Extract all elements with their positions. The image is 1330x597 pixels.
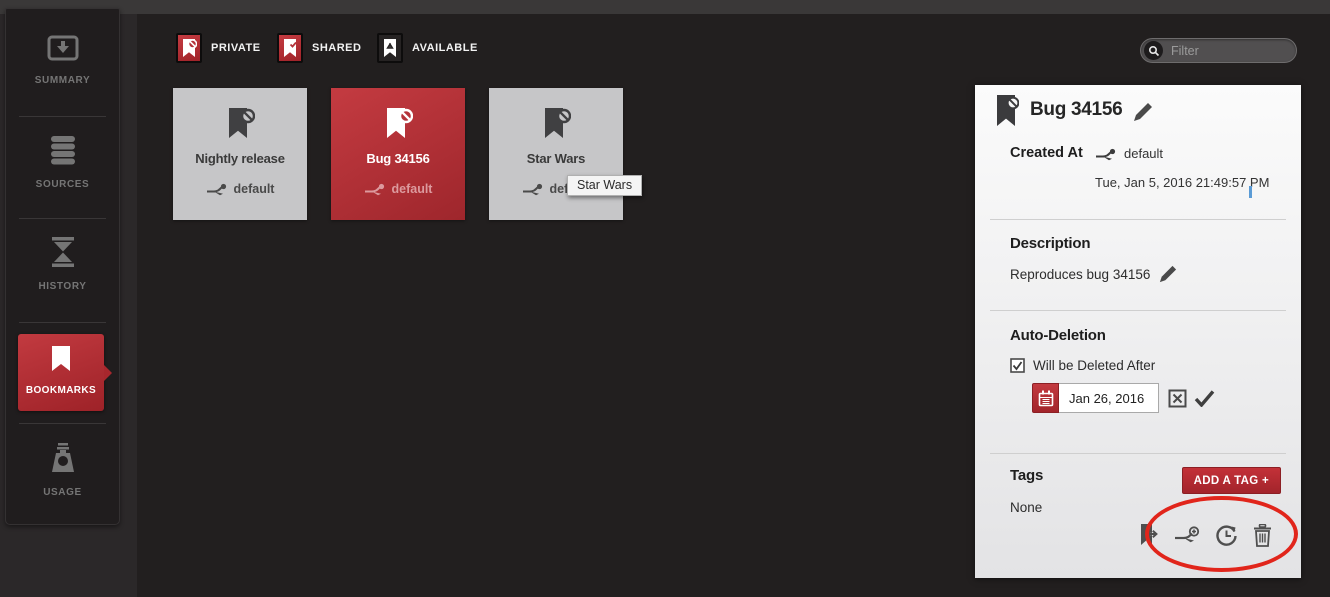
sidebar-item-label: USAGE: [6, 487, 119, 498]
sidebar-item-sources[interactable]: SOURCES: [6, 135, 119, 190]
hourglass-icon: [49, 237, 77, 267]
text-cursor: [1249, 186, 1252, 198]
filter-shared[interactable]: SHARED: [277, 33, 361, 63]
tags-section: Tags None: [1010, 467, 1043, 515]
card-title: Star Wars: [489, 151, 623, 166]
sidebar: SUMMARY SOURCES: [5, 8, 120, 525]
filter-private[interactable]: PRIVATE: [176, 33, 261, 63]
bookmark-available-icon: [377, 33, 403, 63]
clear-box-icon[interactable]: [1168, 389, 1187, 408]
card-title: Bug 34156: [331, 151, 465, 166]
bookmark-private-icon: [995, 94, 1019, 128]
window-top-strip: [0, 0, 1330, 14]
filter-available[interactable]: AVAILABLE: [377, 33, 478, 63]
created-branch-value: default: [1124, 146, 1163, 161]
sidebar-divider: [19, 116, 106, 117]
auto-deletion-label: Auto-Deletion: [1010, 327, 1215, 344]
created-timestamp: Tue, Jan 5, 2016 21:49:57 PM: [1095, 175, 1269, 190]
sidebar-item-summary[interactable]: SUMMARY: [6, 35, 119, 86]
search-icon: [1144, 41, 1163, 60]
bookmark-detail-panel: Bug 34156 Created At: [975, 85, 1301, 578]
sidebar-item-bookmarks[interactable]: BOOKMARKS: [18, 334, 104, 411]
auto-deletion-checkbox-label: Will be Deleted After: [1033, 358, 1155, 373]
bookmark-actions: [1139, 523, 1272, 547]
add-tag-label: ADD A TAG +: [1194, 475, 1269, 487]
description-label: Description: [1010, 235, 1177, 252]
branch-icon: [206, 182, 228, 196]
database-icon: [48, 135, 78, 165]
panel-header: Bug 34156: [995, 94, 1153, 128]
bookmark-private-icon: [383, 108, 413, 140]
add-tag-button[interactable]: ADD A TAG +: [1182, 467, 1281, 494]
tags-value: None: [1010, 500, 1043, 515]
scale-icon: [49, 443, 77, 473]
sidebar-item-label: SOURCES: [6, 179, 119, 190]
bookmark-icon: [51, 346, 71, 372]
panel-title: Bug 34156: [1030, 99, 1122, 121]
branch-icon: [364, 182, 386, 196]
panel-divider: [990, 219, 1286, 220]
sidebar-item-label: BOOKMARKS: [18, 385, 104, 396]
restore-clock-icon[interactable]: [1215, 524, 1238, 547]
sidebar-item-history[interactable]: HISTORY: [6, 237, 119, 292]
panel-divider: [990, 310, 1286, 311]
sidebar-divider: [19, 218, 106, 219]
sidebar-item-label: SUMMARY: [6, 75, 119, 86]
trash-icon[interactable]: [1253, 524, 1272, 547]
created-at-section: Created At default Tue,: [1010, 143, 1283, 190]
sidebar-item-usage[interactable]: USAGE: [6, 443, 119, 498]
auto-deletion-section: Auto-Deletion Will be Deleted After: [1010, 327, 1215, 413]
sidebar-item-label: HISTORY: [6, 281, 119, 292]
bookmark-private-icon: [541, 108, 571, 140]
tags-label: Tags: [1010, 467, 1043, 484]
card-branch-label: default: [392, 182, 433, 196]
filter-label: SHARED: [312, 42, 361, 54]
tooltip: Star Wars: [567, 175, 642, 196]
bookmark-card-star-wars[interactable]: Star Wars default: [489, 88, 623, 220]
card-branch-label: default: [234, 182, 275, 196]
filter-label: AVAILABLE: [412, 42, 478, 54]
tooltip-text: Star Wars: [577, 178, 632, 192]
bookmark-card-nightly-release[interactable]: Nightly release default: [173, 88, 307, 220]
bookmark-share-icon[interactable]: [1139, 523, 1159, 547]
confirm-check-icon[interactable]: [1194, 390, 1215, 407]
description-value: Reproduces bug 34156: [1010, 267, 1150, 282]
search-box[interactable]: [1140, 38, 1297, 63]
card-title: Nightly release: [173, 151, 307, 166]
bookmark-private-icon: [176, 33, 202, 63]
branch-add-icon[interactable]: [1174, 525, 1200, 545]
app-window: SUMMARY SOURCES: [0, 0, 1330, 597]
bookmark-shared-icon: [277, 33, 303, 63]
main-content: PRIVATE SHARED AVAILABLE: [137, 14, 1330, 597]
sidebar-divider: [19, 322, 106, 323]
auto-delete-date-input[interactable]: Jan 26, 2016: [1059, 383, 1159, 413]
branch-icon: [522, 182, 544, 196]
search-input[interactable]: [1163, 44, 1296, 58]
description-section: Description Reproduces bug 34156: [1010, 235, 1177, 283]
calendar-icon[interactable]: [1032, 383, 1059, 413]
bookmark-card-bug-34156[interactable]: Bug 34156 default: [331, 88, 465, 220]
pencil-icon[interactable]: [1133, 102, 1153, 122]
panel-divider: [990, 453, 1286, 454]
pencil-icon[interactable]: [1159, 265, 1177, 283]
sidebar-divider: [19, 423, 106, 424]
active-item-arrow: [104, 365, 112, 381]
bookmark-private-icon: [225, 108, 255, 140]
branch-icon: [1095, 147, 1117, 161]
summary-tray-icon: [47, 35, 79, 61]
checkbox-checked-icon[interactable]: [1010, 358, 1025, 373]
filter-label: PRIVATE: [211, 42, 261, 54]
created-at-label: Created At: [1010, 143, 1095, 190]
